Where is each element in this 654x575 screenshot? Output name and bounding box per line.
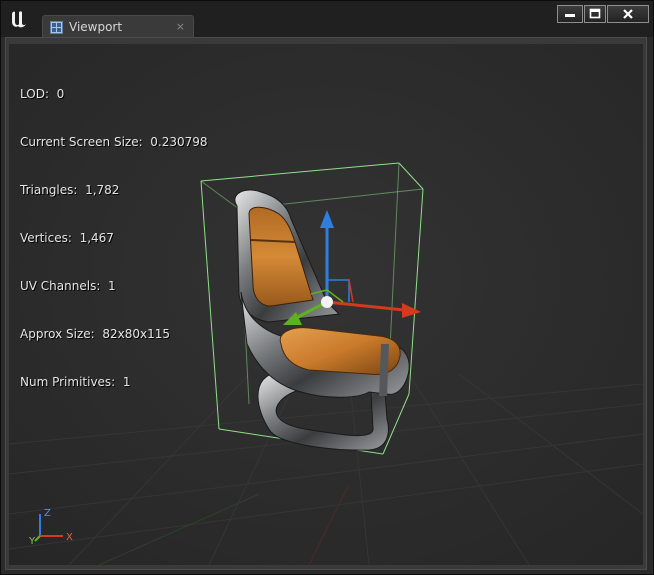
window-controls: [557, 5, 650, 23]
mesh-stats-overlay: LOD: 0 Current Screen Size: 0.230798 Tri…: [20, 54, 208, 422]
viewport-icon: [50, 21, 63, 34]
minimize-icon: [565, 14, 575, 17]
stat-row-lod: LOD: 0: [20, 87, 65, 101]
stat-row-uv-channels: UV Channels: 1: [20, 279, 116, 293]
close-icon: [623, 9, 633, 19]
stat-row-num-primitives: Num Primitives: 1: [20, 375, 131, 389]
3d-viewport[interactable]: Z X Y LOD: 0 Current Screen Size: 0.2307…: [9, 44, 643, 565]
viewport-window: Viewport × Z X Y LOD: 0 Current Screen S…: [0, 0, 654, 575]
axis-y-label: Y: [28, 536, 36, 547]
stat-row-screen-size: Current Screen Size: 0.230798: [20, 135, 208, 149]
close-button[interactable]: [607, 5, 649, 23]
stat-row-approx-size: Approx Size: 82x80x115: [20, 327, 170, 341]
maximize-button[interactable]: [584, 5, 606, 23]
axis-x-label: X: [66, 532, 73, 543]
title-bar[interactable]: Viewport ×: [1, 1, 653, 39]
unreal-logo-icon: [8, 8, 30, 30]
stat-row-vertices: Vertices: 1,467: [20, 231, 114, 245]
axis-z-label: Z: [44, 508, 51, 519]
stat-row-triangles: Triangles: 1,782: [20, 183, 120, 197]
maximize-icon: [589, 8, 601, 19]
tab-close-icon[interactable]: ×: [176, 19, 185, 35]
tab-viewport[interactable]: Viewport ×: [42, 15, 194, 39]
tab-label: Viewport: [69, 20, 123, 34]
minimize-button[interactable]: [557, 5, 583, 23]
